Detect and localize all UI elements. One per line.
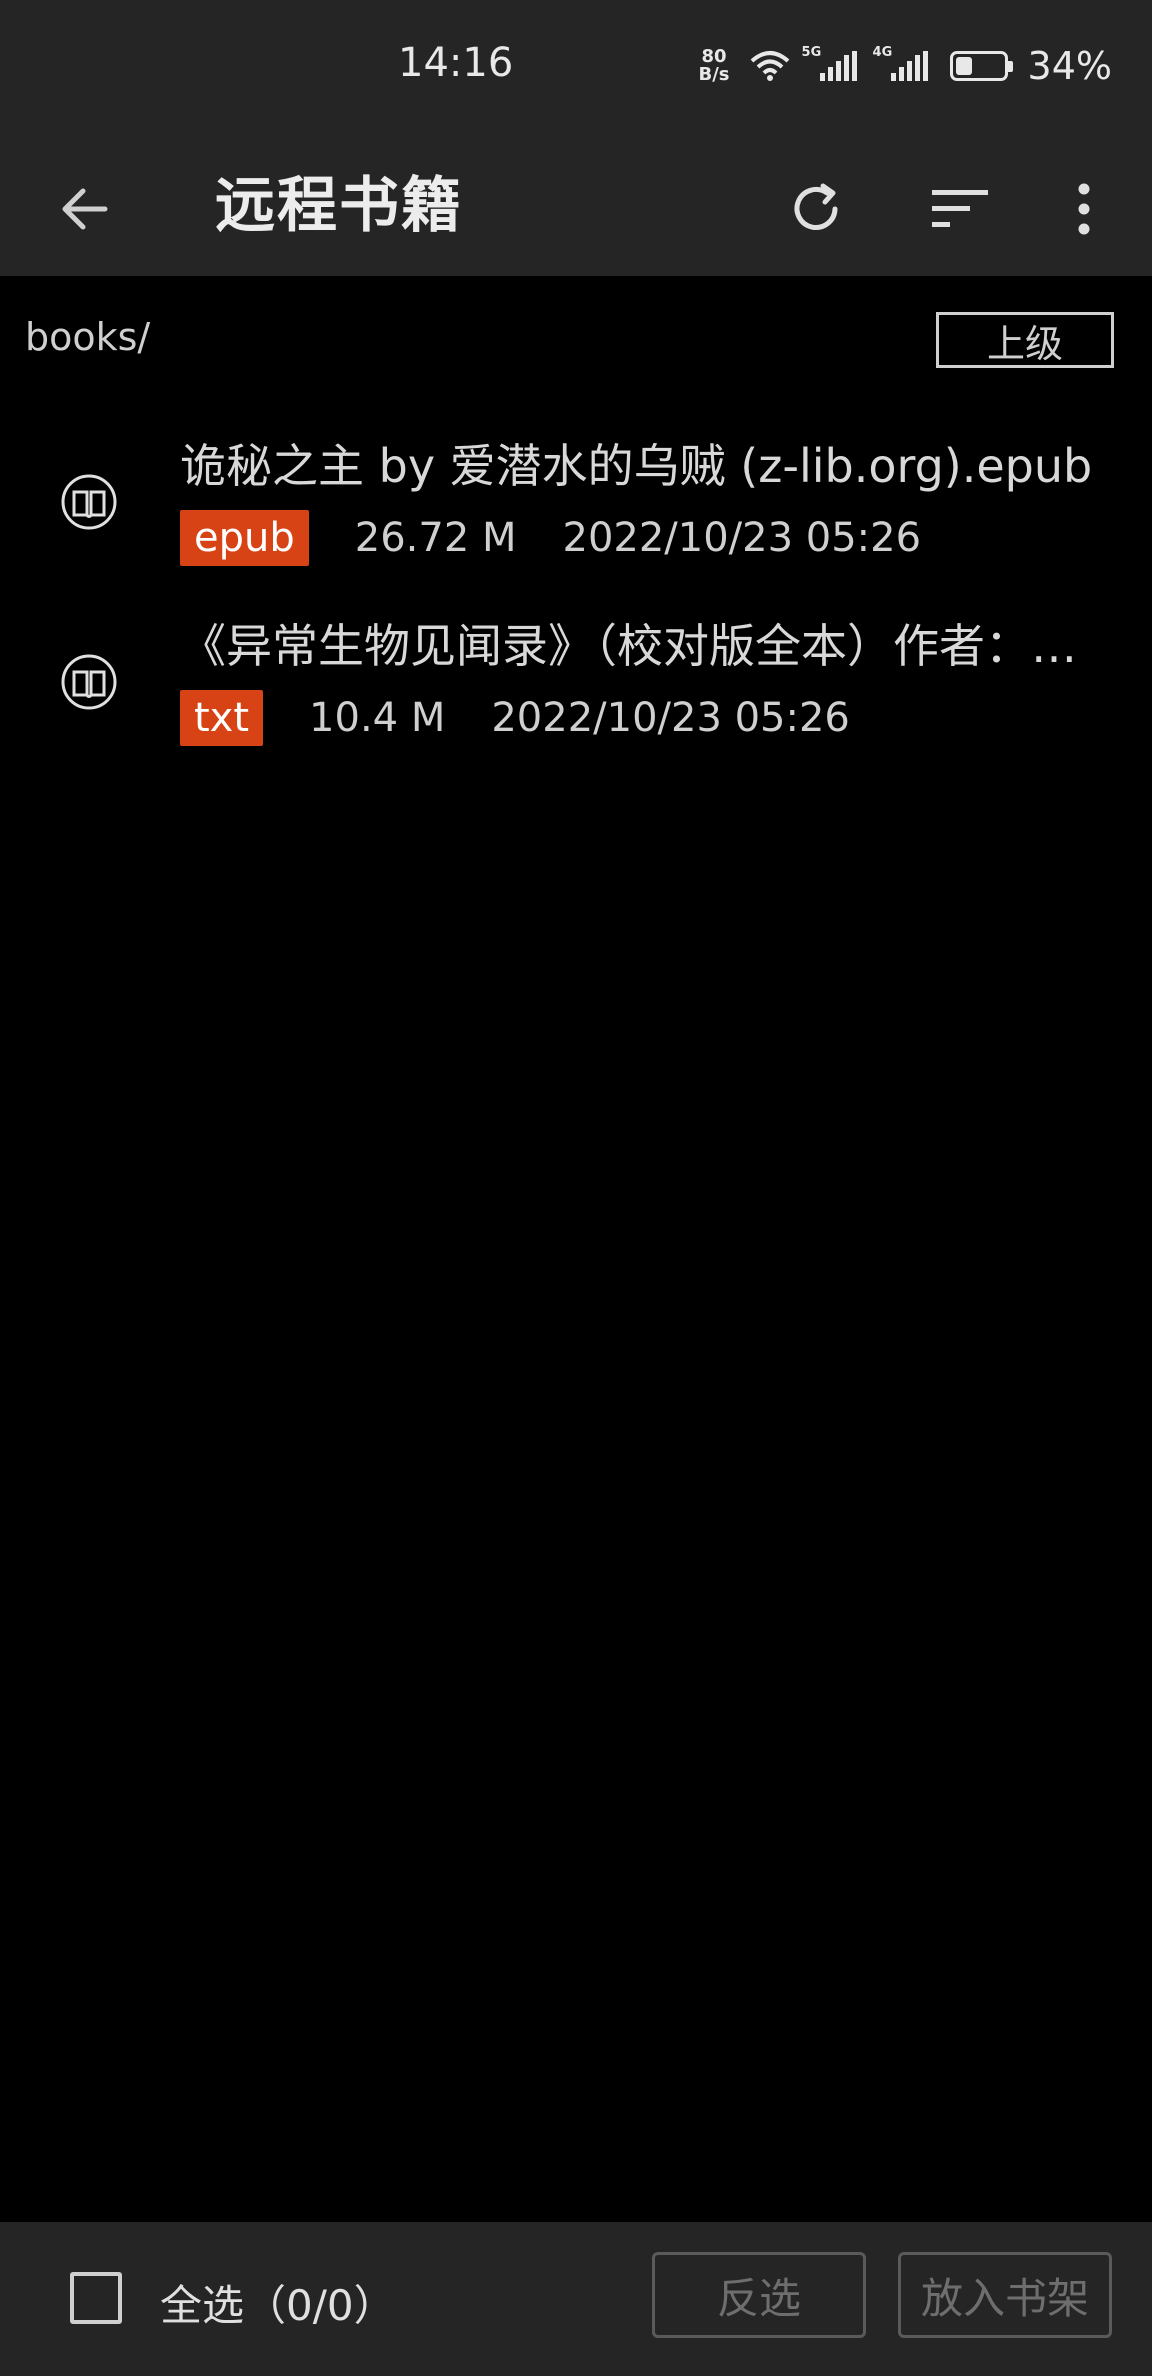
signal-sim2-icon: 4G [873,45,928,81]
parent-dir-button[interactable]: 上级 [936,312,1114,368]
add-to-shelf-button[interactable]: 放入书架 [898,2252,1112,2338]
status-time: 14:16 [398,40,514,86]
status-icons: 80 B/s 5G 4G 34% [699,44,1112,88]
sim1-label: 5G [801,45,822,60]
net-speed: 80 B/s [699,48,730,84]
select-all-label[interactable]: 全选（0/0） [160,2272,396,2333]
sim2-label: 4G [872,45,893,60]
invert-selection-button[interactable]: 反选 [652,2252,866,2338]
file-date: 2022/10/23 05:26 [491,695,850,741]
battery-level [955,57,972,75]
file-name: 诡秘之主 by 爱潜水的乌贼 (z-lib.org).epub [180,439,1093,493]
refresh-button[interactable] [772,165,860,253]
file-name: 《异常生物见闻录》（校对版全本）作者：… [180,619,1077,673]
sort-icon [932,190,988,227]
more-vert-icon [1078,183,1090,235]
list-item[interactable]: 诡秘之主 by 爱潜水的乌贼 (z-lib.org).epub epub 26.… [0,410,1152,590]
select-all-checkbox[interactable] [70,2272,122,2324]
file-meta: epub 26.72 M 2022/10/23 05:26 [180,510,921,566]
file-size: 10.4 M [309,695,446,741]
book-icon [61,654,117,710]
file-date: 2022/10/23 05:26 [562,515,922,561]
net-speed-unit: B/s [698,64,730,85]
file-type-badge: epub [180,510,309,566]
refresh-icon [794,183,838,230]
sort-button[interactable] [916,165,1004,253]
more-button[interactable] [1040,165,1128,253]
status-bar: 14:16 80 B/s 5G 4G 34% [0,0,1152,135]
file-size: 26.72 M [354,515,517,561]
bottom-bar: 全选（0/0） 反选 放入书架 [0,2222,1152,2376]
toolbar: 远程书籍 [0,135,1152,276]
arrow-left-icon [62,188,108,230]
battery-icon [949,51,1013,81]
list-item[interactable]: 《异常生物见闻录》（校对版全本）作者：… txt 10.4 M 2022/10/… [0,590,1152,770]
book-icon [61,474,117,530]
back-button[interactable] [40,165,128,253]
signal-sim1-icon: 5G [802,45,857,81]
battery-percent: 34% [1027,44,1112,88]
file-meta: txt 10.4 M 2022/10/23 05:26 [180,690,850,746]
current-path: books/ [25,315,151,359]
file-type-badge: txt [180,690,264,746]
page-title: 远程书籍 [215,171,463,241]
wifi-icon [750,51,789,81]
